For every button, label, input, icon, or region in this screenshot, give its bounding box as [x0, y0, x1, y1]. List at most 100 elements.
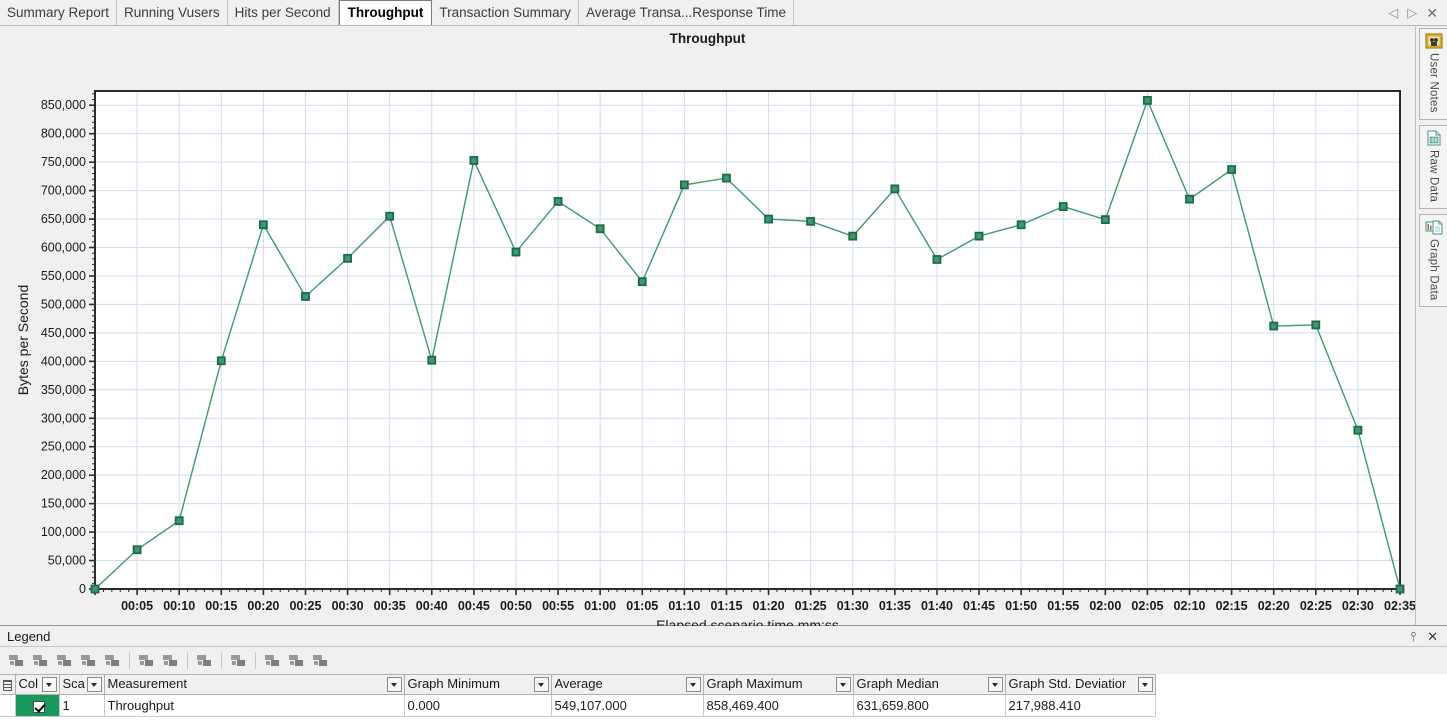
table-row[interactable]: 1 Throughput 0.000 549,107.000 858,469.400 63…	[0, 694, 1156, 717]
tab-running-vusers[interactable]: Running Vusers	[117, 0, 228, 25]
rail-tab-label: User Notes	[1427, 53, 1440, 113]
legend-col-header-measurement[interactable]: Measurement	[104, 674, 405, 695]
throughput-line-chart[interactable]: 0 50,000 100,000 150,000 200,000 250,000 300,0…	[0, 26, 1415, 626]
raw-data-icon	[1427, 130, 1440, 146]
svg-text:01:35: 01:35	[879, 599, 911, 613]
column-filter-dropdown-graph_median[interactable]	[987, 677, 1003, 692]
column-filter-dropdown-color[interactable]	[41, 677, 57, 692]
column-filter-dropdown-graph_maximum[interactable]	[835, 677, 851, 692]
column-filter-dropdown-graph_minimum[interactable]	[533, 677, 549, 692]
rail-tab-user-notes[interactable]: User Notes	[1419, 28, 1447, 120]
svg-text:400,000: 400,000	[41, 354, 86, 368]
svg-text:01:20: 01:20	[753, 599, 785, 613]
svg-text:550,000: 550,000	[41, 269, 86, 283]
column-filter-dropdown-measurement[interactable]	[386, 677, 402, 692]
legend-grid[interactable]: Col Sca Measurement Graph Minimum Average Gra…	[0, 674, 1447, 727]
hide-measurement-icon[interactable]	[285, 650, 308, 671]
svg-text:02:30: 02:30	[1342, 599, 1374, 613]
toolbar-separator	[221, 652, 222, 669]
legend-col-header-graph_median[interactable]: Graph Median	[853, 674, 1006, 695]
show-measurement-icon[interactable]	[309, 650, 332, 671]
show-columns-icon[interactable]	[227, 650, 250, 671]
legend-col-header-label: Graph Maximum	[706, 675, 803, 691]
tab-next-icon[interactable]: ▷	[1407, 6, 1417, 19]
graph-panel: Throughput 0 50,000 100,000 150,000 200,000 2…	[0, 26, 1415, 626]
user-notes-icon	[1425, 33, 1442, 49]
series-visible-checkbox[interactable]	[32, 700, 45, 713]
tab-label: Summary Report	[7, 4, 110, 20]
legend-col-header-graph_minimum[interactable]: Graph Minimum	[404, 674, 552, 695]
right-tool-rail: User Notes Raw Data Graph Data	[1415, 26, 1447, 625]
show-graph-details-icon[interactable]	[5, 650, 28, 671]
svg-text:00:55: 00:55	[542, 599, 574, 613]
tab-label: Average Transa...Response Time	[585, 4, 787, 20]
cell-scale: 1	[59, 694, 105, 717]
grip-icon	[3, 680, 12, 692]
legend-col-header-scale[interactable]: Sca	[59, 674, 105, 695]
svg-text:700,000: 700,000	[41, 184, 86, 198]
rail-tab-raw-data[interactable]: Raw Data	[1419, 124, 1447, 209]
legend-pin-icon[interactable]: ⫯	[1410, 630, 1416, 643]
cell-graph_minimum: 0.000	[404, 694, 552, 717]
tab-average-transa-response-time[interactable]: Average Transa...Response Time	[578, 0, 795, 25]
legend-col-header-label: Col	[18, 675, 39, 691]
svg-text:100,000: 100,000	[41, 525, 86, 539]
legend-close-icon[interactable]: ✕	[1427, 630, 1438, 643]
cell-average: 549,107.000	[551, 694, 704, 717]
legend-col-header-graph_std_deviation[interactable]: Graph Std. Deviatior	[1005, 674, 1156, 695]
svg-text:00:35: 00:35	[374, 599, 406, 613]
tab-throughput[interactable]: Throughput	[338, 0, 433, 25]
tab-prev-icon[interactable]: ◁	[1388, 6, 1398, 19]
tab-close-icon[interactable]: ✕	[1426, 6, 1438, 20]
tab-navigation: ◁ ▷ ✕	[1382, 0, 1447, 25]
column-filter-dropdown-scale[interactable]	[86, 677, 102, 692]
legend-col-header-label: Average	[554, 675, 603, 691]
svg-text:01:45: 01:45	[963, 599, 995, 613]
svg-text:300,000: 300,000	[41, 411, 86, 425]
cell-graph_std_deviation: 217,988.410	[1005, 694, 1156, 717]
legend-header-row: Col Sca Measurement Graph Minimum Average Gra…	[0, 674, 1156, 695]
svg-text:150,000: 150,000	[41, 497, 86, 511]
column-filter-dropdown-graph_std_deviation[interactable]	[1137, 677, 1153, 692]
svg-text:Elapsed scenario time mm:ss: Elapsed scenario time mm:ss	[656, 617, 839, 626]
auto-correlate-icon[interactable]	[77, 650, 100, 671]
graph-tabs: Summary Report Running Vusers Hits per Sec…	[0, 0, 1382, 25]
svg-text:00:40: 00:40	[416, 599, 448, 613]
configure-measurement-icon[interactable]	[193, 650, 216, 671]
svg-text:01:55: 01:55	[1047, 599, 1079, 613]
tab-hits-per-second[interactable]: Hits per Second	[227, 0, 339, 25]
svg-text:00:05: 00:05	[121, 599, 153, 613]
tab-transaction-summary[interactable]: Transaction Summary	[432, 0, 579, 25]
legend-col-header-average[interactable]: Average	[551, 674, 704, 695]
svg-text:01:05: 01:05	[626, 599, 658, 613]
svg-text:800,000: 800,000	[41, 127, 86, 141]
merge-graphs-icon[interactable]	[135, 650, 158, 671]
tab-label: Running Vusers	[124, 4, 220, 20]
set-granularity-icon[interactable]	[53, 650, 76, 671]
column-filter-dropdown-average[interactable]	[685, 677, 701, 692]
graph-tab-strip: Summary Report Running Vusers Hits per Sec…	[0, 0, 1447, 26]
rail-tab-graph-data[interactable]: Graph Data	[1419, 213, 1447, 308]
group-by-icon[interactable]	[261, 650, 284, 671]
svg-text:01:25: 01:25	[795, 599, 827, 613]
cell-measurement: Throughput	[104, 694, 405, 717]
svg-text:01:30: 01:30	[837, 599, 869, 613]
row-grip-cell	[0, 694, 16, 717]
legend-toolbar	[0, 647, 1447, 674]
overlay-graph-icon[interactable]	[159, 650, 182, 671]
legend-col-header-label: Graph Median	[856, 675, 939, 691]
series-color-checkbox-cell[interactable]	[15, 694, 60, 717]
set-filter-icon[interactable]	[101, 650, 124, 671]
svg-text:02:00: 02:00	[1089, 599, 1121, 613]
svg-text:02:25: 02:25	[1300, 599, 1332, 613]
svg-text:Bytes per Second: Bytes per Second	[15, 285, 31, 396]
tab-summary-report[interactable]: Summary Report	[0, 0, 118, 25]
legend-col-header-graph_maximum[interactable]: Graph Maximum	[703, 674, 854, 695]
svg-text:850,000: 850,000	[41, 98, 86, 112]
svg-text:500,000: 500,000	[41, 297, 86, 311]
rail-tab-label: Graph Data	[1427, 238, 1440, 301]
svg-text:01:15: 01:15	[710, 599, 742, 613]
filter-broken-graph-icon[interactable]	[29, 650, 52, 671]
legend-col-header-color[interactable]: Col	[15, 674, 60, 695]
svg-text:02:20: 02:20	[1258, 599, 1290, 613]
